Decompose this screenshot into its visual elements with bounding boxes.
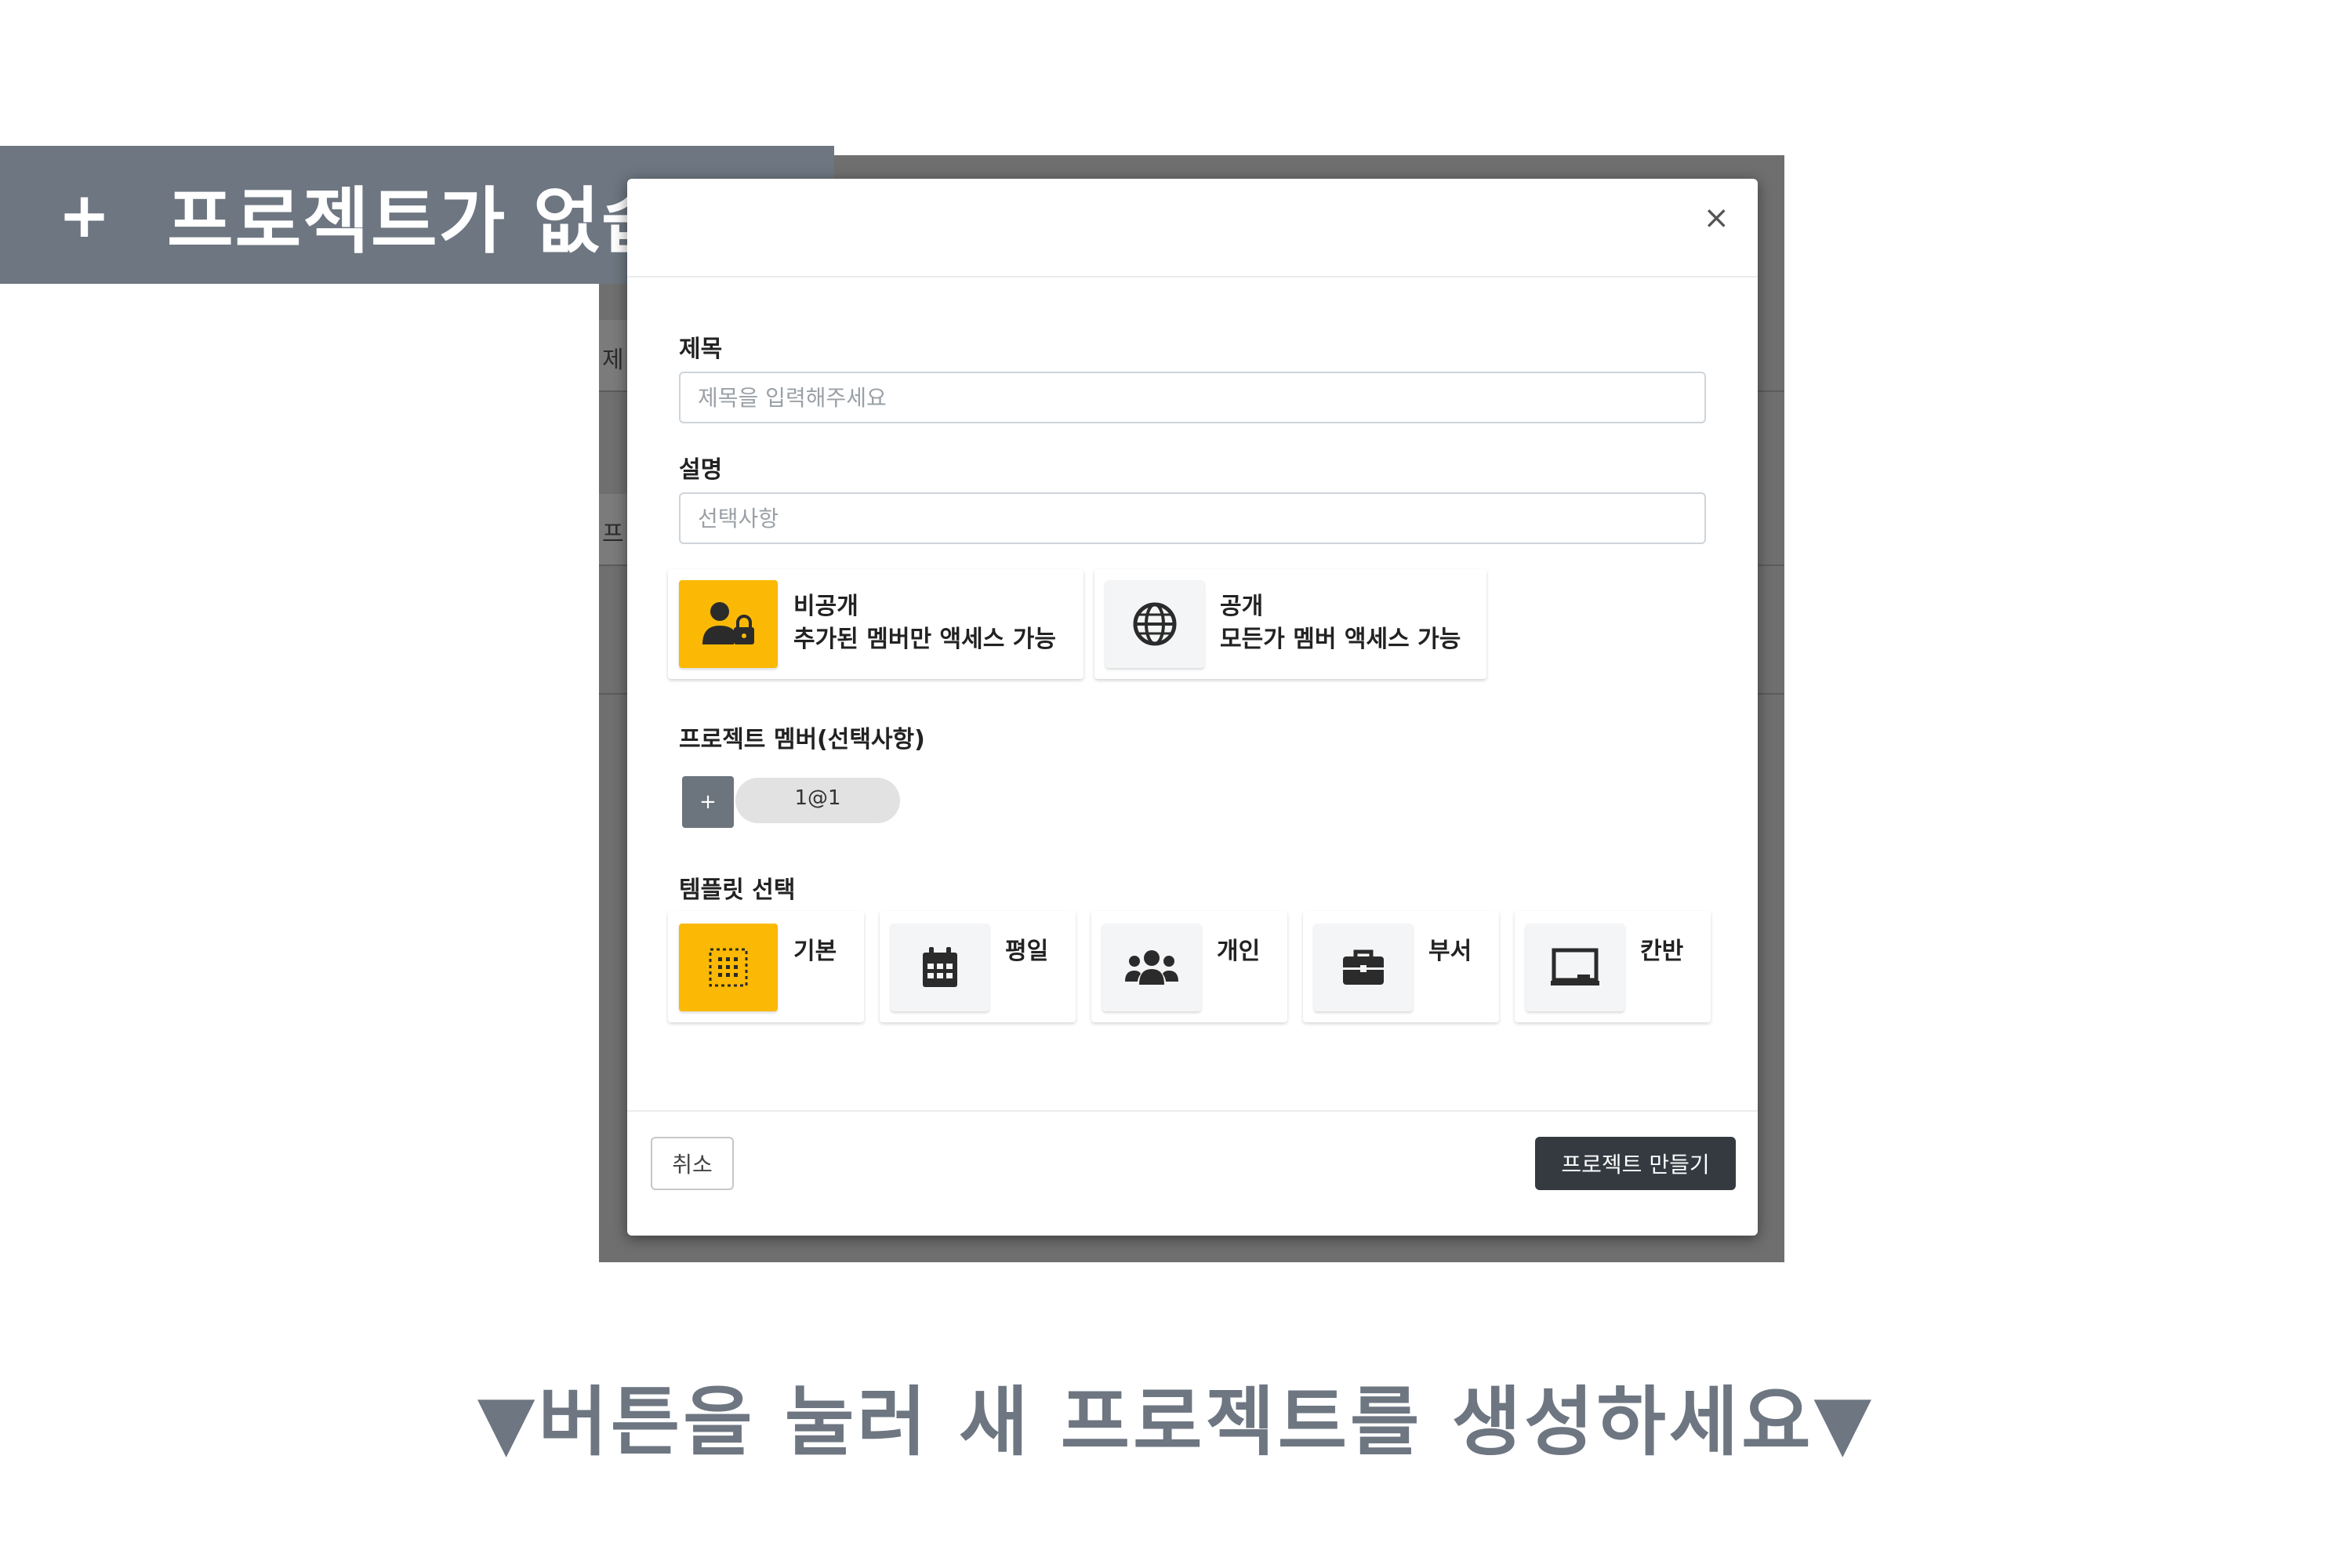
template-kanban-option[interactable]: 칸반 bbox=[1515, 911, 1711, 1022]
plus-icon: + bbox=[58, 178, 113, 252]
modal-header: × bbox=[627, 179, 1758, 278]
briefcase-icon bbox=[1314, 924, 1413, 1011]
members-label: 프로젝트 멤버(선택사항) bbox=[679, 726, 925, 753]
globe-icon bbox=[1105, 580, 1204, 668]
instruction-caption: ▼버튼을 눌러 새 프로젝트를 생성하세요▼ bbox=[477, 1378, 1875, 1466]
create-project-modal: × 제목 설명 비공개 추가된 멤버만 액세스 가능 bbox=[627, 179, 1758, 1236]
cancel-button[interactable]: 취소 bbox=[651, 1137, 734, 1190]
add-member-button[interactable]: + bbox=[682, 776, 734, 828]
grid-icon bbox=[679, 924, 778, 1011]
description-input[interactable] bbox=[679, 492, 1706, 544]
description-label: 설명 bbox=[679, 456, 723, 484]
background-row-text: 제 bbox=[602, 347, 624, 374]
member-chip[interactable]: 1@1 bbox=[735, 778, 900, 823]
close-button[interactable]: × bbox=[1703, 202, 1730, 234]
modal-footer-divider bbox=[627, 1110, 1758, 1112]
title-input[interactable] bbox=[679, 372, 1706, 423]
visibility-public-desc: 모든가 멤버 액세스 가능 bbox=[1220, 626, 1461, 653]
create-project-button[interactable]: 프로젝트 만들기 bbox=[1535, 1137, 1736, 1190]
template-basic-label: 기본 bbox=[793, 938, 837, 965]
visibility-private-option[interactable]: 비공개 추가된 멤버만 액세스 가능 bbox=[668, 569, 1083, 679]
visibility-private-title: 비공개 bbox=[793, 593, 858, 620]
visibility-public-option[interactable]: 공개 모든가 멤버 액세스 가능 bbox=[1094, 569, 1486, 679]
template-department-option[interactable]: 부서 bbox=[1303, 911, 1499, 1022]
template-personal-label: 개인 bbox=[1217, 938, 1261, 965]
visibility-private-desc: 추가된 멤버만 액세스 가능 bbox=[793, 626, 1056, 653]
template-kanban-label: 칸반 bbox=[1640, 938, 1684, 965]
chalkboard-icon bbox=[1526, 924, 1624, 1011]
template-department-label: 부서 bbox=[1428, 938, 1472, 965]
template-weekday-label: 평일 bbox=[1005, 938, 1049, 965]
template-weekday-option[interactable]: 평일 bbox=[880, 911, 1076, 1022]
visibility-public-title: 공개 bbox=[1220, 593, 1264, 620]
title-label: 제목 bbox=[679, 336, 723, 363]
users-icon bbox=[1102, 924, 1201, 1011]
user-lock-icon bbox=[679, 580, 778, 668]
background-row-text: 프 bbox=[602, 521, 624, 548]
template-label: 템플릿 선택 bbox=[679, 877, 796, 904]
template-basic-option[interactable]: 기본 bbox=[668, 911, 864, 1022]
calendar-icon bbox=[891, 924, 989, 1011]
template-personal-option[interactable]: 개인 bbox=[1091, 911, 1287, 1022]
